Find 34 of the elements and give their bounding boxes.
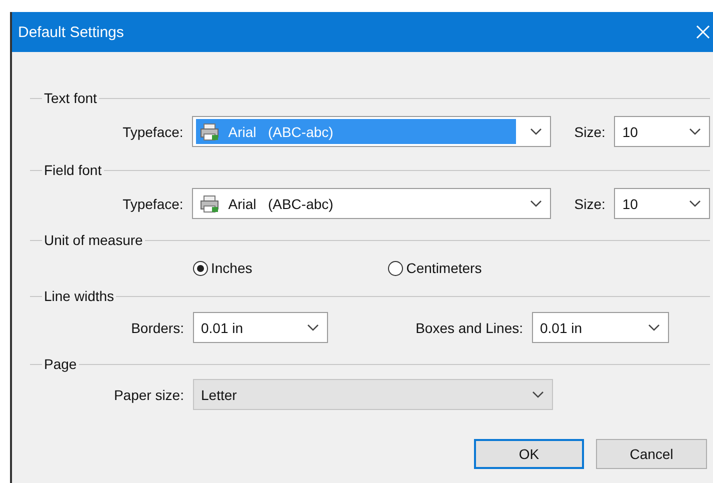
boxes-and-lines-dropdown[interactable]: 0.01 in (532, 312, 669, 343)
borders-dropdown[interactable]: 0.01 in (193, 312, 328, 343)
group-label: Text font (43, 90, 98, 106)
radio-button[interactable] (388, 260, 404, 276)
chevron-down-icon (648, 324, 660, 332)
field-label: Borders: (130, 320, 185, 336)
radio-label: Inches (211, 260, 252, 276)
field-label: Boxes and Lines: (414, 320, 524, 336)
close-icon[interactable] (696, 25, 710, 39)
field-label: Typeface: (122, 124, 184, 140)
group-label: Page (43, 356, 78, 372)
ok-button[interactable]: OK (474, 439, 584, 469)
typeface-dropdown[interactable]: Arial (ABC-abc) (192, 188, 551, 219)
group-label: Field font (43, 162, 103, 178)
chevron-down-icon (689, 200, 701, 208)
chevron-down-icon (530, 128, 542, 136)
group-label: Line widths (43, 288, 116, 304)
field-label: Size: (573, 196, 606, 212)
radio-button[interactable] (193, 260, 208, 276)
printer-icon (200, 122, 220, 140)
radio-label: Centimeters (406, 260, 482, 276)
window-title: Default Settings (18, 24, 124, 40)
printer-icon (200, 194, 220, 212)
size-dropdown[interactable]: 10 (614, 188, 710, 219)
field-label: Paper size: (112, 386, 185, 402)
cancel-button[interactable]: Cancel (596, 439, 707, 469)
field-label: Typeface: (122, 196, 184, 212)
chevron-down-icon (532, 390, 544, 398)
group-label: Unit of measure (43, 232, 144, 248)
chevron-down-icon (689, 128, 701, 136)
size-dropdown[interactable]: 10 (614, 116, 710, 147)
chevron-down-icon (530, 200, 542, 208)
chevron-down-icon (307, 324, 319, 332)
field-label: Size: (573, 124, 606, 140)
